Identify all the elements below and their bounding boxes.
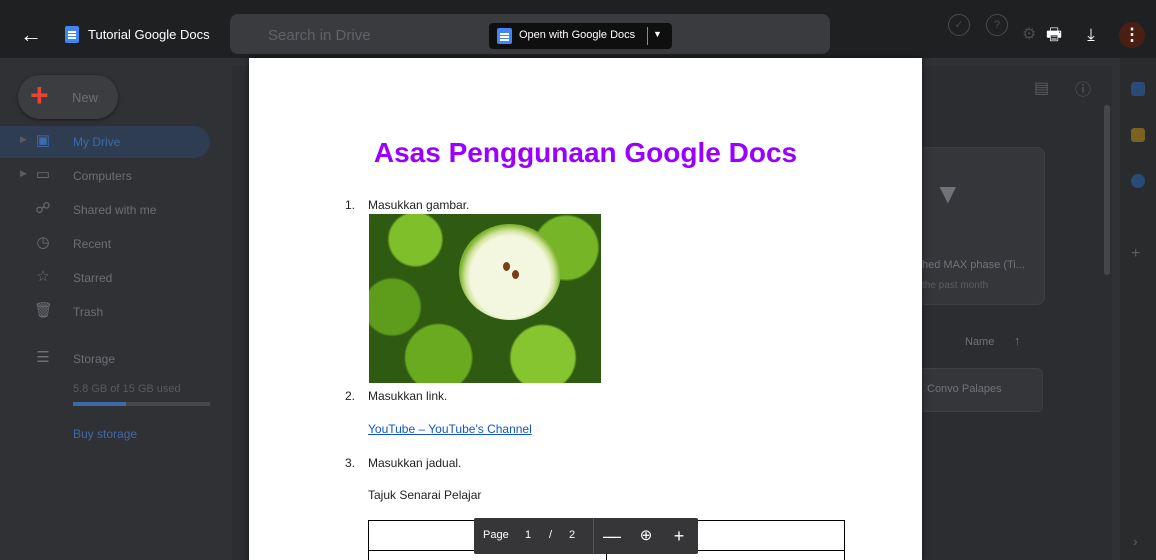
sidebar-item-label: Starred	[73, 271, 113, 285]
clock-icon: ◷	[36, 234, 50, 251]
print-icon[interactable]: 🖶	[1041, 22, 1067, 48]
doc-heading: Asas Penggunaan Google Docs	[373, 137, 798, 168]
list-item-text: Masukkan link.	[368, 389, 448, 403]
current-page[interactable]: 1	[525, 529, 531, 541]
computer-icon: ▭	[35, 166, 51, 183]
chevron-down-icon[interactable]: ▼	[653, 29, 662, 39]
apple-image	[369, 214, 601, 383]
file-type-icon: ▼	[934, 178, 962, 209]
total-pages: 2	[569, 529, 576, 541]
sidebar-item-storage: ☰ Storage	[0, 343, 210, 375]
sidebar-item-shared: ☍ Shared with me	[0, 194, 210, 226]
open-with-button[interactable]: Open with Google Docs ▼	[489, 23, 672, 49]
apple-seed	[512, 270, 519, 279]
list-number: 3.	[345, 456, 356, 470]
list-item-text: Masukkan gambar.	[368, 198, 470, 212]
zoom-icon[interactable]: ⊕	[634, 524, 658, 548]
divider	[593, 518, 594, 554]
sidebar-item-trash: 🗑 Trash	[0, 296, 210, 328]
viewer-toolbar: ← Tutorial Google Docs Open with Google …	[0, 10, 1156, 60]
more-options-icon[interactable]: ⋮	[1119, 22, 1145, 48]
new-button-label: New	[72, 90, 99, 105]
caret-right-icon: ▶	[20, 134, 27, 144]
file-card-title: hed MAX phase (Ti...	[922, 259, 1025, 271]
document-title: Tutorial Google Docs	[88, 27, 210, 42]
apple-seed	[503, 262, 510, 271]
sidebar-item-my-drive: ▶ ▣ My Drive	[0, 126, 210, 158]
storage-bar	[73, 402, 210, 406]
back-arrow-icon[interactable]: ←	[20, 24, 42, 46]
download-icon[interactable]: ⤓	[1078, 22, 1104, 48]
info-icon: ⓘ	[1075, 82, 1092, 99]
page-separator: /	[549, 529, 553, 541]
youtube-link[interactable]: YouTube – YouTube's Channel	[368, 422, 532, 436]
tasks-icon	[1131, 174, 1145, 188]
chevron-right-icon: ›	[1133, 533, 1138, 549]
calendar-icon	[1131, 82, 1145, 96]
file-card-subtitle: the past month	[922, 280, 989, 291]
list-number: 2.	[345, 389, 356, 403]
storage-icon: ☰	[36, 349, 50, 366]
document-page: Asas Penggunaan Google Docs 1. Masukkan …	[249, 58, 922, 560]
page-controls: Page 1 / 2 — ⊕ +	[474, 518, 698, 554]
sidebar-item-label: Storage	[73, 352, 116, 366]
drive-scrollbar	[1104, 105, 1110, 275]
docs-file-icon	[65, 26, 79, 43]
arrow-up-icon: ↑	[1014, 333, 1021, 348]
add-addon-icon: +	[1131, 245, 1141, 262]
zoom-out-button[interactable]: —	[600, 524, 624, 548]
list-item-text: Masukkan jadual.	[368, 456, 462, 470]
zoom-in-button[interactable]: +	[667, 524, 691, 548]
open-with-label: Open with Google Docs	[519, 29, 636, 41]
sidebar-item-recent: ◷ Recent	[0, 228, 210, 260]
sidebar-item-label: Computers	[73, 169, 132, 183]
buy-storage-link: Buy storage	[73, 427, 138, 441]
sidebar-item-computers: ▶ ▭ Computers	[0, 160, 210, 192]
folder-card-label: Convo Palapes	[927, 383, 1002, 395]
divider	[647, 27, 648, 45]
storage-usage-text: 5.8 GB of 15 GB used	[73, 383, 181, 395]
sidebar-item-label: Shared with me	[73, 203, 157, 217]
list-number: 1.	[345, 198, 356, 212]
storage-bar-fill	[73, 402, 127, 406]
sidebar-item-label: My Drive	[73, 135, 121, 149]
caret-right-icon: ▶	[20, 168, 27, 178]
table-caption: Tajuk Senarai Pelajar	[368, 488, 482, 502]
star-icon: ☆	[36, 268, 50, 285]
sidebar-item-starred: ☆ Starred	[0, 262, 210, 294]
trash-icon: 🗑	[34, 302, 54, 319]
sort-name-header: Name	[965, 336, 995, 348]
plus-icon: +	[30, 77, 49, 113]
list-view-icon: ▤	[1034, 80, 1050, 97]
keep-icon	[1131, 128, 1145, 142]
sidebar-item-label: Trash	[73, 305, 104, 319]
apple-slice	[459, 224, 561, 320]
people-icon: ☍	[35, 200, 51, 217]
docs-icon	[497, 28, 512, 44]
sidebar-item-label: Recent	[73, 237, 112, 251]
drive-icon: ▣	[35, 132, 51, 149]
page-label: Page	[483, 529, 509, 541]
